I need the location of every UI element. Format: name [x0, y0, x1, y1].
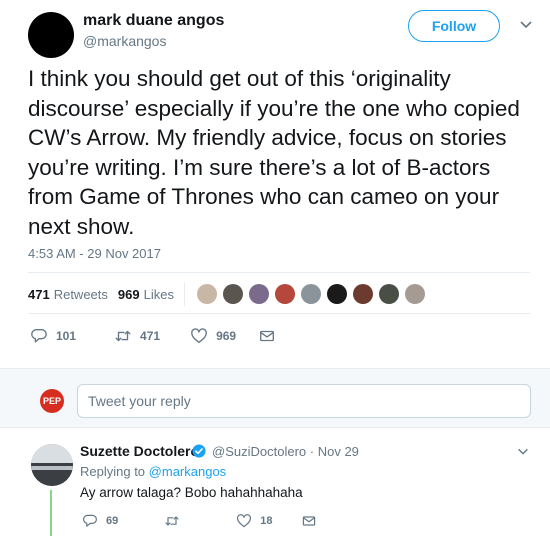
reply-reply-button[interactable]: 69	[82, 513, 118, 529]
liker-avatar[interactable]	[300, 284, 321, 304]
tweet-header: mark duane angos @markangos Follow	[28, 6, 532, 58]
reply-text: Ay arrow talaga? Bobo hahahhahaha	[80, 485, 303, 500]
liker-avatar[interactable]	[196, 284, 217, 304]
reply-like-count: 18	[260, 515, 273, 527]
reply-actions: 69 18	[82, 512, 317, 530]
tweet-actions: 101 471 969	[30, 325, 276, 347]
retweets-label: Retweets	[53, 286, 108, 302]
divider	[183, 282, 185, 306]
reply-author-handle[interactable]: @SuziDoctolero	[212, 444, 306, 459]
reply-like-button[interactable]: 18	[236, 513, 273, 529]
reply-icon	[31, 329, 47, 343]
divider	[28, 313, 530, 314]
author-avatar[interactable]	[28, 12, 74, 58]
replying-to-label: Replying to	[80, 464, 146, 479]
liker-avatars	[196, 284, 431, 304]
liker-avatar[interactable]	[248, 284, 269, 304]
envelope-icon	[302, 516, 315, 526]
meta-separator: ·	[309, 444, 315, 459]
retweet-icon	[115, 330, 131, 342]
reply-message-button[interactable]	[301, 513, 317, 529]
envelope-icon	[260, 330, 275, 342]
divider	[28, 272, 530, 273]
message-button[interactable]	[258, 327, 276, 345]
retweet-button[interactable]: 471	[114, 327, 160, 345]
verified-icon	[192, 444, 206, 458]
liker-avatar[interactable]	[326, 284, 347, 304]
heart-icon	[237, 514, 252, 528]
likes-stat[interactable]: 969 Likes	[118, 287, 174, 302]
retweet-count: 471	[140, 329, 161, 343]
current-user-avatar: PEP	[40, 389, 64, 413]
reply-author-avatar[interactable]	[31, 444, 73, 486]
chevron-down-icon[interactable]	[518, 16, 534, 32]
retweets-count: 471	[28, 286, 50, 302]
reply-reply-count: 69	[106, 515, 119, 527]
author-handle[interactable]: @markangos	[83, 33, 166, 49]
liker-avatar[interactable]	[352, 284, 373, 304]
like-count: 969	[216, 329, 237, 343]
follow-button[interactable]: Follow	[408, 10, 500, 42]
tweet-stats: 471 Retweets 969 Likes	[28, 282, 431, 306]
likes-label: Likes	[143, 286, 174, 302]
chevron-down-icon[interactable]	[516, 444, 530, 458]
retweets-stat[interactable]: 471 Retweets	[28, 287, 108, 302]
liker-avatar[interactable]	[222, 284, 243, 304]
liker-avatar[interactable]	[274, 284, 295, 304]
reply-button[interactable]: 101	[30, 327, 76, 345]
reply-count: 101	[56, 329, 77, 343]
author-name[interactable]: mark duane angos	[83, 12, 224, 30]
retweet-icon	[165, 516, 179, 526]
reply-input[interactable]: Tweet your reply	[77, 384, 531, 418]
reply-icon	[83, 514, 97, 527]
tweet-text: I think you should get out of this ‘orig…	[28, 66, 520, 239]
heart-icon	[191, 328, 207, 343]
reply-author-name[interactable]: Suzette Doctolero	[80, 443, 199, 459]
like-button[interactable]: 969	[190, 327, 236, 345]
replying-to: Replying to @markangos	[80, 464, 226, 479]
likes-count: 969	[117, 286, 140, 302]
thread-line	[50, 490, 52, 536]
reply-date[interactable]: Nov 29	[318, 444, 359, 459]
replying-to-handle[interactable]: @markangos	[149, 464, 227, 479]
tweet-timestamp[interactable]: 4:53 AM - 29 Nov 2017	[28, 246, 161, 261]
liker-avatar[interactable]	[404, 284, 425, 304]
liker-avatar[interactable]	[378, 284, 399, 304]
reply-meta: @SuziDoctolero · Nov 29	[212, 444, 359, 459]
reply-retweet-button[interactable]	[164, 513, 180, 529]
